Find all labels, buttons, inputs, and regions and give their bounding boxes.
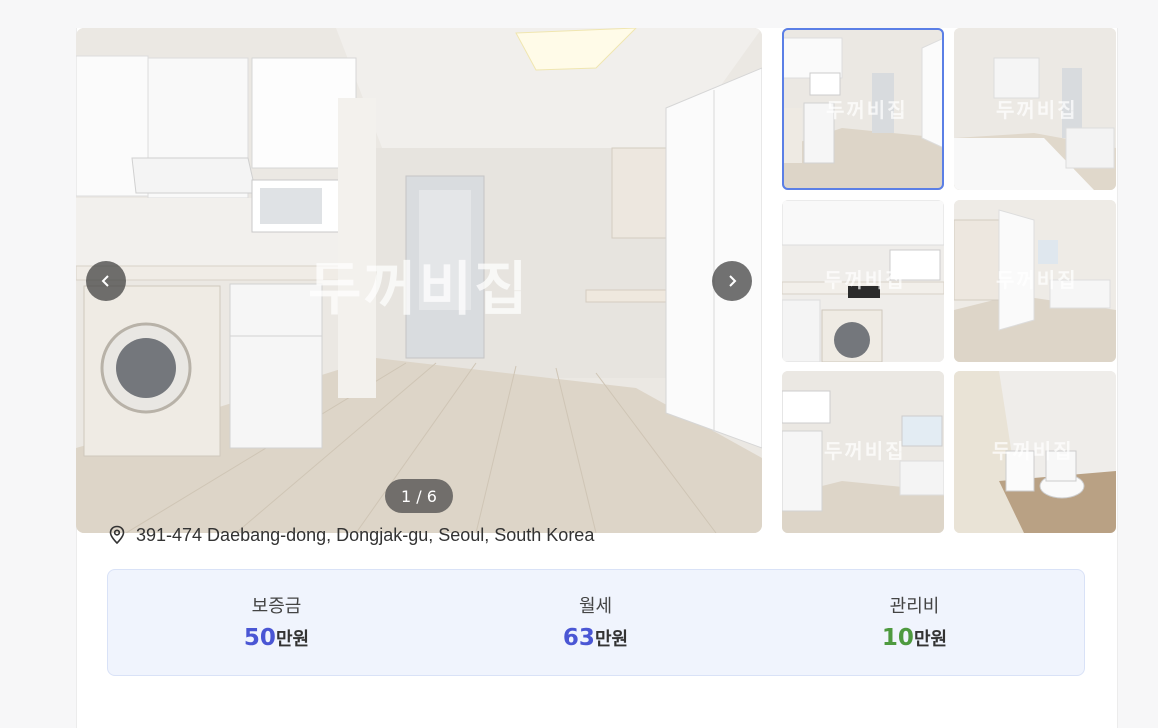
thumbnail-6[interactable]: 두꺼비집 — [954, 371, 1116, 533]
thumbnail-5[interactable]: 두꺼비집 — [782, 371, 944, 533]
price-unit: 만원 — [913, 629, 948, 650]
price-unit: 만원 — [275, 629, 310, 650]
thumbnail-1[interactable]: 두꺼비집 — [782, 28, 944, 190]
price-summary: 보증금 50만원 월세 63만원 관리비 10만원 — [107, 569, 1085, 676]
address-text: 391-474 Daebang-dong, Dongjak-gu, Seoul,… — [136, 524, 595, 545]
price-number: 10 — [881, 625, 914, 651]
price-monthly-rent: 월세 63만원 — [433, 570, 758, 675]
price-number: 50 — [243, 625, 276, 651]
price-label: 월세 — [578, 596, 613, 617]
price-deposit: 보증금 50만원 — [114, 570, 439, 675]
price-value: 10만원 — [752, 625, 1077, 651]
price-maintenance-fee: 관리비 10만원 — [752, 570, 1077, 675]
location-pin-icon — [109, 525, 125, 545]
chevron-left-icon — [101, 275, 109, 287]
chevron-right-icon — [729, 275, 737, 287]
address: 391-474 Daebang-dong, Dongjak-gu, Seoul,… — [108, 522, 594, 548]
price-label: 관리비 — [889, 596, 940, 617]
thumbnail-2[interactable]: 두꺼비집 — [954, 28, 1116, 190]
thumbnail-3[interactable]: 두꺼비집 — [782, 200, 944, 362]
thumbnail-4[interactable]: 두꺼비집 — [954, 200, 1116, 362]
price-value: 63만원 — [433, 625, 758, 651]
price-number: 63 — [562, 625, 595, 651]
price-unit: 만원 — [594, 629, 629, 650]
photo-counter: 1 / 6 — [385, 479, 453, 513]
price-label: 보증금 — [251, 596, 302, 617]
price-value: 50만원 — [114, 625, 439, 651]
prev-photo-button[interactable] — [86, 261, 126, 301]
next-photo-button[interactable] — [712, 261, 752, 301]
main-photo[interactable]: 두꺼비집 — [76, 28, 762, 533]
